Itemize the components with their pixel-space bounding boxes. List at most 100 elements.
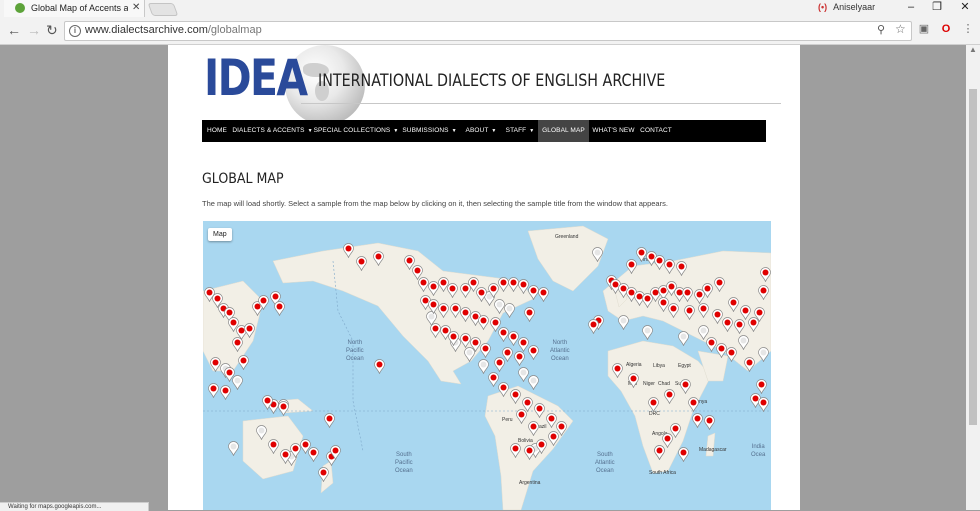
sample-marker[interactable]: [684, 305, 695, 320]
sample-marker[interactable]: [262, 395, 273, 410]
sample-marker[interactable]: [668, 303, 679, 318]
sample-cluster-marker[interactable]: [758, 347, 769, 362]
sample-marker[interactable]: [758, 397, 769, 412]
sample-marker[interactable]: [688, 397, 699, 412]
sample-marker[interactable]: [538, 287, 549, 302]
sample-cluster-marker[interactable]: [528, 375, 539, 390]
sample-marker[interactable]: [654, 445, 665, 460]
sample-marker[interactable]: [760, 267, 771, 282]
restore-icon[interactable]: ❐: [924, 0, 950, 17]
sample-cluster-marker[interactable]: [738, 335, 749, 350]
sample-marker[interactable]: [692, 413, 703, 428]
sample-marker[interactable]: [728, 297, 739, 312]
nav-item[interactable]: CONTACT: [638, 120, 674, 142]
sample-marker[interactable]: [208, 383, 219, 398]
zoom-icon[interactable]: ⚲: [877, 23, 885, 36]
site-title[interactable]: INTERNATIONAL DIALECTS OF ENGLISH ARCHIV…: [318, 71, 665, 91]
global-map[interactable]: Map North Pacific Ocean North Atlantic Oc…: [203, 221, 771, 510]
nav-item[interactable]: HOME: [202, 120, 232, 142]
sample-marker[interactable]: [524, 307, 535, 322]
sample-marker[interactable]: [744, 357, 755, 372]
minimize-icon[interactable]: –: [898, 0, 924, 17]
sample-marker[interactable]: [536, 439, 547, 454]
sample-marker[interactable]: [308, 447, 319, 462]
sample-marker[interactable]: [438, 303, 449, 318]
sample-cluster-marker[interactable]: [642, 325, 653, 340]
sample-marker[interactable]: [448, 331, 459, 346]
sample-cluster-marker[interactable]: [228, 441, 239, 456]
sample-cluster-marker[interactable]: [678, 331, 689, 346]
forward-arrow-icon[interactable]: →: [27, 21, 41, 39]
profile-button[interactable]: (•) Aniselyaar: [818, 2, 875, 12]
sample-marker[interactable]: [258, 295, 269, 310]
sample-marker[interactable]: [268, 439, 279, 454]
new-tab-button[interactable]: [147, 3, 179, 16]
sample-marker[interactable]: [734, 319, 745, 334]
sample-cluster-marker[interactable]: [256, 425, 267, 440]
sample-marker[interactable]: [756, 379, 767, 394]
sample-marker[interactable]: [324, 413, 335, 428]
url-text[interactable]: www.dialectsarchive.com/globalmap: [85, 24, 262, 36]
nav-item[interactable]: SPECIAL COLLECTIONS ▼: [313, 120, 399, 142]
sample-marker[interactable]: [498, 382, 509, 397]
sample-marker[interactable]: [524, 445, 535, 460]
sample-marker[interactable]: [343, 243, 354, 258]
opera-extension-icon[interactable]: O: [939, 22, 953, 36]
sample-marker[interactable]: [588, 319, 599, 334]
scroll-up-icon[interactable]: ▲: [969, 45, 977, 54]
nav-item[interactable]: WHAT'S NEW: [589, 120, 638, 142]
map-type-button[interactable]: Map: [208, 228, 232, 241]
sample-marker[interactable]: [612, 363, 623, 378]
sample-marker[interactable]: [494, 357, 505, 372]
sample-marker[interactable]: [758, 285, 769, 300]
nav-item[interactable]: DIALECTS & ACCENTS ▼: [232, 120, 313, 142]
nav-item[interactable]: GLOBAL MAP: [538, 120, 589, 142]
sample-marker[interactable]: [232, 337, 243, 352]
close-tab-icon[interactable]: ✕: [132, 2, 140, 13]
sample-marker[interactable]: [748, 317, 759, 332]
sample-marker[interactable]: [664, 259, 675, 274]
sample-marker[interactable]: [476, 287, 487, 302]
nav-item[interactable]: SUBMISSIONS ▼: [399, 120, 460, 142]
sample-marker[interactable]: [680, 379, 691, 394]
menu-icon[interactable]: ⋮: [961, 22, 975, 36]
nav-item[interactable]: STAFF ▼: [502, 120, 538, 142]
sample-marker[interactable]: [548, 431, 559, 446]
sample-marker[interactable]: [330, 445, 341, 460]
sample-marker[interactable]: [628, 373, 639, 388]
sample-marker[interactable]: [278, 401, 289, 416]
extension-icon[interactable]: ▣: [917, 22, 931, 36]
back-arrow-icon[interactable]: ←: [7, 21, 21, 39]
sample-marker[interactable]: [664, 389, 675, 404]
close-window-icon[interactable]: ✕: [952, 0, 978, 17]
site-logo[interactable]: IDEA: [204, 49, 308, 107]
sample-marker[interactable]: [514, 351, 525, 366]
sample-marker[interactable]: [510, 389, 521, 404]
sample-marker[interactable]: [374, 359, 385, 374]
sample-marker[interactable]: [534, 403, 545, 418]
sample-marker[interactable]: [698, 303, 709, 318]
sample-marker[interactable]: [682, 287, 693, 302]
sample-marker[interactable]: [648, 397, 659, 412]
sample-cluster-marker[interactable]: [592, 247, 603, 262]
sample-marker[interactable]: [516, 409, 527, 424]
sample-marker[interactable]: [678, 447, 689, 462]
sample-marker[interactable]: [510, 443, 521, 458]
sample-marker[interactable]: [244, 323, 255, 338]
site-info-icon[interactable]: i: [69, 25, 81, 37]
sample-marker[interactable]: [274, 301, 285, 316]
reload-icon[interactable]: ↻: [46, 21, 58, 39]
sample-marker[interactable]: [722, 317, 733, 332]
sample-marker[interactable]: [210, 357, 221, 372]
sample-marker[interactable]: [356, 256, 367, 271]
sample-marker[interactable]: [528, 345, 539, 360]
sample-marker[interactable]: [714, 277, 725, 292]
address-bar[interactable]: i www.dialectsarchive.com/globalmap ⚲ ☆: [64, 21, 912, 41]
sample-marker[interactable]: [318, 467, 329, 482]
sample-marker[interactable]: [224, 367, 235, 382]
sample-marker[interactable]: [704, 415, 715, 430]
sample-marker[interactable]: [528, 421, 539, 436]
scrollbar-thumb[interactable]: [969, 89, 977, 425]
sample-marker[interactable]: [238, 355, 249, 370]
sample-marker[interactable]: [726, 347, 737, 362]
